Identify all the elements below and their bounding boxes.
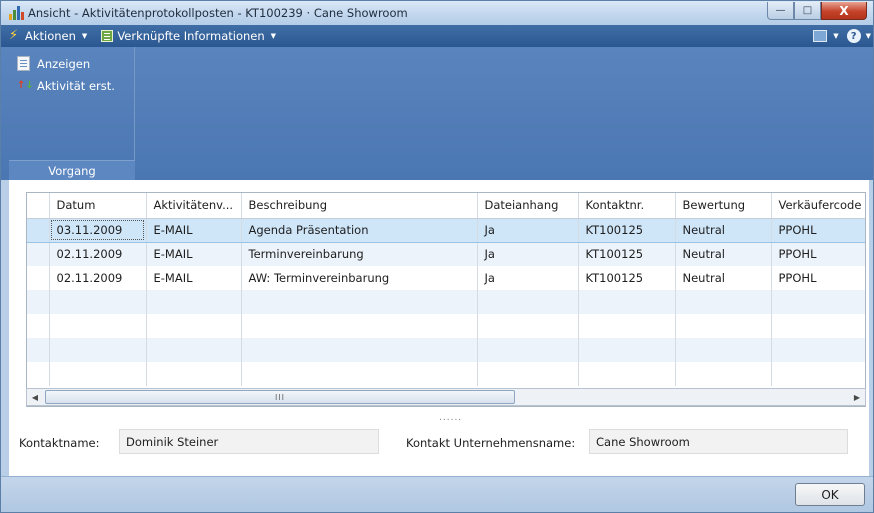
column-header-salesperson[interactable]: Verkäufercode xyxy=(771,193,865,219)
minimize-button[interactable]: — xyxy=(767,2,794,20)
view-button-label: Anzeigen xyxy=(37,56,91,71)
cell-contact-no[interactable]: KT100125 xyxy=(578,266,676,290)
cell-salesperson[interactable]: PPOHL xyxy=(771,217,865,243)
table-header-row: Datum Aktivitätenv... Beschreibung Datei… xyxy=(27,193,865,219)
cell-activity-type[interactable]: E-MAIL xyxy=(146,266,242,290)
cell-description[interactable]: Agenda Präsentation xyxy=(241,217,478,243)
window-title: Ansicht - Aktivitätenprotokollposten - K… xyxy=(28,6,408,20)
cell-rating[interactable]: Neutral xyxy=(675,242,772,266)
actions-menu-label: Aktionen xyxy=(25,29,76,43)
table-row-empty xyxy=(27,338,865,362)
app-icon xyxy=(9,6,25,20)
column-header-rating[interactable]: Bewertung xyxy=(675,193,772,219)
activity-table: Datum Aktivitätenv... Beschreibung Datei… xyxy=(27,193,865,386)
contact-name-field: Dominik Steiner xyxy=(119,429,379,454)
cell-date[interactable]: 02.11.2009 xyxy=(49,242,147,266)
cell-date[interactable]: 03.11.2009 xyxy=(49,217,147,243)
cell-activity-type[interactable]: E-MAIL xyxy=(146,242,242,266)
table-row[interactable]: 02.11.2009 E-MAIL AW: Terminvereinbarung… xyxy=(27,266,865,290)
view-button[interactable]: Anzeigen xyxy=(17,56,90,71)
cell-attachment[interactable]: Ja xyxy=(477,217,579,243)
close-button[interactable]: X xyxy=(821,2,867,20)
row-selector[interactable] xyxy=(27,217,50,243)
ribbon: Anzeigen ↑↓ Aktivität erst. Vorgang xyxy=(1,47,873,180)
cell-activity-type[interactable]: E-MAIL xyxy=(146,217,242,243)
column-header-attachment[interactable]: Dateianhang xyxy=(477,193,579,219)
cell-attachment[interactable]: Ja xyxy=(477,242,579,266)
related-information-label: Verknüpfte Informationen xyxy=(117,29,265,43)
related-info-icon xyxy=(101,30,114,42)
cell-attachment[interactable]: Ja xyxy=(477,266,579,290)
chevron-down-icon[interactable]: ▼ xyxy=(833,32,838,40)
actions-menu[interactable]: ⚡ Aktionen ▼ xyxy=(5,25,91,47)
table-row-selected[interactable]: 03.11.2009 E-MAIL Agenda Präsentation Ja… xyxy=(27,217,865,243)
ribbon-group-vorgang: Anzeigen ↑↓ Aktivität erst. Vorgang xyxy=(9,47,135,180)
cell-salesperson[interactable]: PPOHL xyxy=(771,242,865,266)
column-header-contact-no[interactable]: Kontaktnr. xyxy=(578,193,676,219)
content-area: Datum Aktivitätenv... Beschreibung Datei… xyxy=(9,180,869,476)
create-activity-label: Aktivität erst. xyxy=(37,79,115,93)
chevron-down-icon[interactable]: ▼ xyxy=(866,32,871,40)
cell-rating[interactable]: Neutral xyxy=(675,217,772,243)
cell-date[interactable]: 02.11.2009 xyxy=(49,266,147,290)
chevron-down-icon: ▼ xyxy=(270,32,277,40)
contact-name-label: Kontaktname: xyxy=(19,436,100,450)
scrollbar-track[interactable]: III xyxy=(43,389,849,405)
help-icon[interactable]: ? xyxy=(846,29,861,43)
chevron-down-icon: ▼ xyxy=(81,32,88,40)
scroll-left-arrow-icon[interactable]: ◀ xyxy=(27,389,43,405)
row-selector[interactable] xyxy=(27,266,50,290)
scrollbar-thumb[interactable]: III xyxy=(45,390,515,404)
related-information-menu[interactable]: Verknüpfte Informationen ▼ xyxy=(97,25,280,47)
cell-rating[interactable]: Neutral xyxy=(675,266,772,290)
document-view-icon xyxy=(17,56,30,71)
column-header-date[interactable]: Datum xyxy=(49,193,147,219)
activity-log-grid: Datum Aktivitätenv... Beschreibung Datei… xyxy=(26,192,866,407)
command-bar-right: ▼ ? ▼ xyxy=(813,25,871,47)
table-row-empty xyxy=(27,362,865,386)
table-row-empty xyxy=(27,314,865,338)
splitter-handle[interactable]: ...... xyxy=(439,413,462,423)
horizontal-scrollbar[interactable]: ◀ III ▶ xyxy=(26,388,866,406)
table-row[interactable]: 02.11.2009 E-MAIL Terminvereinbarung Ja … xyxy=(27,242,865,266)
scrollbar-grip: III xyxy=(274,392,286,402)
cell-contact-no[interactable]: KT100125 xyxy=(578,217,676,243)
column-header-activity-type[interactable]: Aktivitätenv... xyxy=(146,193,242,219)
maximize-button[interactable]: □ xyxy=(794,2,821,20)
cell-description[interactable]: AW: Terminvereinbarung xyxy=(241,266,478,290)
cell-salesperson[interactable]: PPOHL xyxy=(771,266,865,290)
table-row-empty xyxy=(27,290,865,314)
command-bar: ⚡ Aktionen ▼ Verknüpfte Informationen ▼ … xyxy=(1,25,873,47)
company-name-field: Cane Showroom xyxy=(589,429,848,454)
window-controls: — □ X xyxy=(767,2,867,20)
customize-icon[interactable] xyxy=(813,30,828,42)
window: Ansicht - Aktivitätenprotokollposten - K… xyxy=(0,0,874,513)
cell-description[interactable]: Terminvereinbarung xyxy=(241,242,478,266)
create-activity-button[interactable]: ↑↓ Aktivität erst. xyxy=(17,79,115,93)
cell-contact-no[interactable]: KT100125 xyxy=(578,242,676,266)
scroll-right-arrow-icon[interactable]: ▶ xyxy=(849,389,865,405)
ribbon-group-label: Vorgang xyxy=(9,160,135,180)
arrows-icon: ↑↓ xyxy=(17,80,34,91)
ok-button[interactable]: OK xyxy=(795,483,865,506)
lightning-icon: ⚡ xyxy=(9,28,19,43)
row-selector[interactable] xyxy=(27,242,50,266)
title-bar: Ansicht - Aktivitätenprotokollposten - K… xyxy=(1,1,873,25)
footer-bar: OK xyxy=(1,476,873,512)
company-name-label: Kontakt Unternehmensname: xyxy=(406,436,576,450)
column-header-description[interactable]: Beschreibung xyxy=(241,193,478,219)
row-selector-header xyxy=(27,193,50,219)
